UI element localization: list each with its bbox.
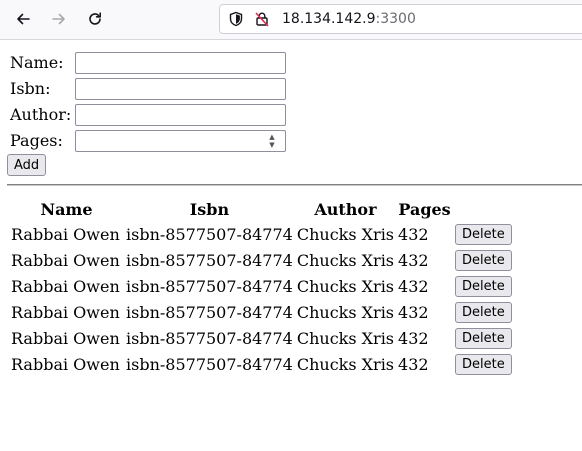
pages-stepper[interactable]: ▲ ▼ [263,133,281,149]
pages-row: Pages: ▲ ▼ [10,130,310,152]
isbn-row: Isbn: [10,78,310,100]
name-row: Name: [10,52,310,74]
cell-action: Delete [454,222,513,246]
author-row: Author: [10,104,310,126]
name-input[interactable] [75,52,286,74]
table-row: Rabbai Owen isbn-8577507-84774 Chucks Xr… [10,326,513,350]
cell-author: Chucks Xris [296,354,395,374]
reload-icon [89,12,101,25]
delete-button[interactable]: Delete [455,224,512,245]
header-pages: Pages [398,199,451,219]
delete-button[interactable]: Delete [455,276,512,297]
insecure-lock-icon[interactable] [254,11,270,27]
pages-input[interactable] [75,130,286,152]
cell-isbn: isbn-8577507-84774 [126,276,293,296]
url-host: 18.134.142.9 [282,11,376,27]
name-label: Name: [10,53,64,72]
pages-label: Pages: [10,131,63,150]
cell-pages: 432 [398,354,429,374]
cell-isbn: isbn-8577507-84774 [126,328,293,348]
stepper-up-icon[interactable]: ▲ [263,133,281,141]
table-row: Rabbai Owen isbn-8577507-84774 Chucks Xr… [10,274,513,298]
cell-isbn: isbn-8577507-84774 [126,250,293,270]
delete-button[interactable]: Delete [455,250,512,271]
stepper-down-icon[interactable]: ▼ [263,141,281,149]
cell-isbn: isbn-8577507-84774 [126,302,293,322]
forward-button[interactable] [46,6,72,32]
url-port: :3300 [375,11,416,27]
header-isbn: Isbn [189,199,230,219]
cell-name: Rabbai Owen [11,276,120,296]
header-author: Author [314,199,377,219]
table-row: Rabbai Owen isbn-8577507-84774 Chucks Xr… [10,222,513,246]
table-header-row: Name Isbn Author Pages [10,198,513,220]
shield-icon[interactable] [228,11,244,27]
author-input[interactable] [75,104,286,126]
cell-action: Delete [454,274,513,298]
cell-author: Chucks Xris [296,276,395,296]
cell-author: Chucks Xris [296,328,395,348]
url-text[interactable]: 18.134.142.9:3300 [282,11,416,27]
isbn-label: Isbn: [10,79,51,98]
arrow-left-icon [17,13,30,25]
cell-author: Chucks Xris [296,250,395,270]
delete-button[interactable]: Delete [455,302,512,323]
cell-action: Delete [454,248,513,272]
back-button[interactable] [10,6,36,32]
header-action [454,198,513,220]
cell-pages: 432 [398,276,429,296]
table-row: Rabbai Owen isbn-8577507-84774 Chucks Xr… [10,300,513,324]
cell-author: Chucks Xris [296,224,395,244]
delete-button[interactable]: Delete [455,328,512,349]
cell-action: Delete [454,326,513,350]
cell-author: Chucks Xris [296,302,395,322]
arrow-right-icon [52,13,65,25]
cell-name: Rabbai Owen [11,354,120,374]
header-name: Name [40,199,93,219]
add-button[interactable]: Add [7,154,47,176]
cell-action: Delete [454,352,513,376]
url-bar[interactable]: 18.134.142.9:3300 [219,4,582,34]
cell-pages: 432 [398,224,429,244]
cell-action: Delete [454,300,513,324]
form-divider [7,184,582,186]
cell-isbn: isbn-8577507-84774 [126,224,293,244]
table-row: Rabbai Owen isbn-8577507-84774 Chucks Xr… [10,248,513,272]
table-row: Rabbai Owen isbn-8577507-84774 Chucks Xr… [10,352,513,376]
cell-pages: 432 [398,328,429,348]
cell-isbn: isbn-8577507-84774 [126,354,293,374]
isbn-input[interactable] [75,78,286,100]
books-table: Name Isbn Author Pages Rabbai Owen isbn-… [8,196,515,378]
cell-name: Rabbai Owen [11,224,120,244]
author-label: Author: [10,105,72,124]
browser-toolbar: 18.134.142.9:3300 [0,0,582,40]
cell-name: Rabbai Owen [11,302,120,322]
cell-pages: 432 [398,250,429,270]
reload-button[interactable] [82,6,108,32]
cell-name: Rabbai Owen [11,328,120,348]
cell-name: Rabbai Owen [11,250,120,270]
delete-button[interactable]: Delete [455,354,512,375]
cell-pages: 432 [398,302,429,322]
